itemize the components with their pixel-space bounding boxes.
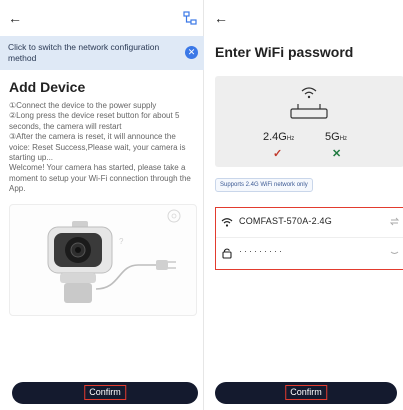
- support-notice: Supports 2.4G WiFi network only: [215, 178, 313, 192]
- banner-text: Click to switch the network configuratio…: [8, 42, 160, 63]
- close-icon[interactable]: ✕: [185, 46, 198, 59]
- wifi-credentials-box: COMFAST-570A-2.4G ·········: [215, 207, 403, 270]
- back-arrow-icon[interactable]: ←: [8, 10, 22, 26]
- top-bar: ←: [0, 8, 203, 30]
- camera-illustration: ?: [9, 204, 197, 316]
- reset-instructions: ①Connect the device to the power supply …: [9, 101, 197, 195]
- back-arrow-icon[interactable]: ←: [214, 10, 228, 26]
- password-row[interactable]: ·········: [216, 239, 403, 269]
- lock-icon: [222, 248, 232, 259]
- wifi-icon: [221, 218, 233, 227]
- confirm-button[interactable]: Confirm: [12, 382, 198, 404]
- check-icon: ✓: [273, 148, 283, 160]
- page-title: Add Device: [9, 79, 86, 95]
- top-bar: ←: [206, 8, 403, 30]
- instruction-step: ②Long press the device reset button for …: [9, 111, 180, 131]
- confirm-label: Confirm: [285, 385, 327, 400]
- eye-closed-icon[interactable]: [390, 248, 399, 257]
- router-icon: [290, 87, 328, 119]
- instruction-step: ①Connect the device to the power supply: [9, 101, 157, 110]
- instruction-step: ③After the camera is reset, it will anno…: [9, 132, 186, 163]
- wifi-band-card: 2.4GHz 5GHz ✓ ✕: [215, 76, 403, 167]
- switch-method-banner[interactable]: Click to switch the network configuratio…: [0, 36, 204, 70]
- cross-icon: ✕: [332, 148, 342, 160]
- swap-icon[interactable]: [390, 217, 399, 226]
- page-title: Enter WiFi password: [215, 44, 354, 60]
- confirm-label: Confirm: [84, 385, 126, 400]
- band-2-4ghz-label: 2.4GHz: [263, 131, 295, 143]
- wifi-password-screen: ← Enter WiFi password 2.4GHz 5GHz ✓ ✕ Su…: [206, 0, 403, 410]
- svg-text:?: ?: [119, 237, 124, 246]
- confirm-button[interactable]: Confirm: [215, 382, 397, 404]
- ssid-row[interactable]: COMFAST-570A-2.4G: [216, 208, 403, 238]
- camera-icon: ?: [47, 209, 181, 303]
- add-device-screen: ← Click to switch the network configurat…: [0, 0, 204, 410]
- instruction-step: Welcome! Your camera has started, please…: [9, 163, 191, 194]
- band-5ghz-label: 5GHz: [325, 131, 348, 143]
- network-switch-icon[interactable]: [183, 11, 197, 25]
- ssid-field[interactable]: COMFAST-570A-2.4G: [239, 216, 332, 226]
- password-field[interactable]: ·········: [239, 246, 284, 256]
